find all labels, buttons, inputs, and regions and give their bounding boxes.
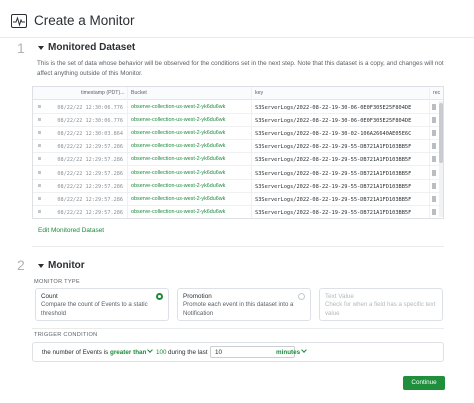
cell-key: S3ServerLogs/2022-08-22-19-30-02-106A266… bbox=[255, 131, 412, 138]
column-header-bucket[interactable]: Bucket bbox=[131, 90, 147, 96]
page-title: Create a Monitor bbox=[34, 13, 135, 28]
cell-bucket[interactable]: observe-collection-us-west-2-yk6du6wk bbox=[131, 196, 225, 202]
operator-select[interactable]: greater than bbox=[110, 347, 154, 356]
cell-timestamp: 08/22/22 12:30:06.776 bbox=[57, 105, 123, 111]
cell-bucket[interactable]: observe-collection-us-west-2-yk6du6wk bbox=[131, 183, 225, 189]
cell-timestamp: 08/22/22 12:29:57.286 bbox=[57, 196, 123, 203]
cell-rec bbox=[432, 169, 436, 176]
row-marker-icon bbox=[38, 183, 41, 187]
section-divider bbox=[32, 246, 444, 247]
table-row[interactable]: 08/22/22 12:30:06.776 observe-collection-… bbox=[33, 114, 443, 128]
step-number-2: 2 bbox=[17, 257, 25, 273]
cell-rec bbox=[432, 208, 436, 215]
cell-key: S3ServerLogs/2022-08-22-19-30-06-0E0F305… bbox=[255, 105, 412, 111]
cell-timestamp: 08/22/22 12:29:57.286 bbox=[57, 170, 123, 177]
cell-rec bbox=[432, 143, 436, 150]
card-title: Text Value bbox=[325, 293, 354, 300]
column-header-key[interactable]: key bbox=[255, 90, 263, 96]
cell-bucket[interactable]: observe-collection-us-west-2-yk6du6wk bbox=[131, 104, 225, 110]
cell-timestamp: 08/22/22 12:30:03.864 bbox=[57, 131, 123, 138]
cell-rec bbox=[432, 195, 436, 202]
monitor-type-text-value: Text Value Check for when a field has a … bbox=[319, 288, 443, 321]
table-row[interactable]: 08/22/22 12:30:06.776 observe-collection-… bbox=[33, 101, 443, 114]
table-row[interactable]: 08/22/22 12:29:57.286 observe-collection-… bbox=[33, 206, 443, 218]
cell-key: S3ServerLogs/2022-08-22-19-29-55-DB721A1… bbox=[255, 157, 412, 164]
row-marker-icon bbox=[38, 118, 41, 122]
section-title-monitor[interactable]: Monitor bbox=[48, 260, 85, 271]
cell-bucket[interactable]: observe-collection-us-west-2-yk6du6wk bbox=[131, 156, 225, 162]
table-row[interactable]: 08/22/22 12:29:57.286 observe-collection-… bbox=[33, 167, 443, 180]
collapse-caret-icon[interactable] bbox=[38, 264, 44, 268]
card-description: Check for when a field has a specific te… bbox=[325, 301, 436, 317]
table-header: timestamp (PDT)... Bucket key rec bbox=[33, 87, 443, 100]
collapse-caret-icon[interactable] bbox=[38, 46, 44, 50]
scrollbar-thumb[interactable] bbox=[439, 103, 443, 163]
row-marker-icon bbox=[38, 131, 41, 135]
cell-rec bbox=[432, 117, 436, 124]
card-title: Promotion bbox=[183, 293, 212, 300]
cell-key: S3ServerLogs/2022-08-22-19-30-06-0E0F305… bbox=[255, 118, 412, 125]
edit-dataset-link[interactable]: Edit Monitored Dataset bbox=[38, 227, 104, 234]
monitor-type-count[interactable]: Count Compare the count of Events to a s… bbox=[35, 288, 169, 321]
monitor-type-promotion[interactable]: Promotion Promote each event in this dat… bbox=[177, 288, 311, 321]
chevron-down-icon bbox=[147, 347, 154, 353]
cell-key: S3ServerLogs/2022-08-22-19-29-55-DB721A1… bbox=[255, 196, 412, 203]
chevron-down-icon bbox=[301, 347, 307, 353]
monitor-type-label: MONITOR TYPE bbox=[34, 279, 80, 285]
cell-rec bbox=[432, 130, 436, 137]
row-marker-icon bbox=[38, 209, 41, 213]
cell-rec bbox=[432, 104, 436, 110]
section-divider bbox=[32, 328, 444, 329]
card-description: Promote each event in this dataset into … bbox=[183, 301, 294, 317]
cell-bucket[interactable]: observe-collection-us-west-2-yk6du6wk bbox=[131, 209, 225, 215]
table-row[interactable]: 08/22/22 12:29:57.286 observe-collection-… bbox=[33, 180, 443, 193]
cell-timestamp: 08/22/22 12:29:57.286 bbox=[57, 209, 123, 216]
column-header-timestamp[interactable]: timestamp (PDT)... bbox=[81, 90, 125, 96]
threshold-value[interactable]: 100 bbox=[156, 349, 167, 356]
unit-select[interactable]: minutes bbox=[276, 347, 307, 356]
table-row[interactable]: 08/22/22 12:30:03.864 observe-collection-… bbox=[33, 127, 443, 141]
cell-bucket[interactable]: observe-collection-us-west-2-yk6du6wk bbox=[131, 170, 225, 176]
trigger-condition-label: TRIGGER CONDITION bbox=[34, 332, 98, 338]
table-scrollbar[interactable] bbox=[439, 101, 443, 217]
cell-rec bbox=[432, 182, 436, 189]
row-marker-icon bbox=[38, 144, 41, 148]
dataset-description: This is the set of data whose behavior w… bbox=[37, 60, 444, 77]
step-number-1: 1 bbox=[17, 40, 25, 56]
column-header-rec[interactable]: rec bbox=[433, 90, 440, 96]
radio-selected[interactable] bbox=[156, 293, 163, 300]
row-marker-icon bbox=[38, 105, 41, 108]
card-description: Compare the count of Events to a static … bbox=[41, 301, 148, 317]
cell-bucket[interactable]: observe-collection-us-west-2-yk6du6wk bbox=[131, 130, 225, 136]
cell-timestamp: 08/22/22 12:29:57.286 bbox=[57, 144, 123, 151]
cell-rec bbox=[432, 156, 436, 163]
trigger-during: during the last bbox=[168, 349, 208, 356]
row-marker-icon bbox=[38, 170, 41, 174]
table-row[interactable]: 08/22/22 12:29:57.286 observe-collection-… bbox=[33, 153, 443, 167]
radio-unselected[interactable] bbox=[298, 293, 305, 300]
unit-label: minutes bbox=[276, 349, 301, 356]
cell-timestamp: 08/22/22 12:30:06.776 bbox=[57, 118, 123, 125]
section-title-dataset[interactable]: Monitored Dataset bbox=[48, 42, 135, 53]
page-header: Create a Monitor bbox=[0, 0, 474, 38]
cell-key: S3ServerLogs/2022-08-22-19-29-55-DB721A1… bbox=[255, 144, 412, 151]
cell-timestamp: 08/22/22 12:29:57.286 bbox=[57, 183, 123, 190]
cell-timestamp: 08/22/22 12:29:57.286 bbox=[57, 157, 123, 164]
trigger-prefix: the number of Events is bbox=[42, 349, 109, 356]
cell-bucket[interactable]: observe-collection-us-west-2-yk6du6wk bbox=[131, 143, 225, 149]
trigger-condition-row: the number of Events is greater than 100… bbox=[32, 342, 444, 362]
cell-key: S3ServerLogs/2022-08-22-19-29-55-DB721A1… bbox=[255, 170, 412, 177]
row-marker-icon bbox=[38, 157, 41, 161]
table-row[interactable]: 08/22/22 12:29:57.286 observe-collection-… bbox=[33, 193, 443, 206]
cell-bucket[interactable]: observe-collection-us-west-2-yk6du6wk bbox=[131, 117, 225, 123]
continue-button[interactable]: Continue bbox=[403, 376, 445, 390]
table-row[interactable]: 08/22/22 12:29:57.286 observe-collection-… bbox=[33, 140, 443, 154]
cell-key: S3ServerLogs/2022-08-22-19-29-55-DB721A1… bbox=[255, 209, 412, 216]
operator-label: greater than bbox=[110, 349, 147, 356]
card-title: Count bbox=[41, 293, 58, 300]
cell-key: S3ServerLogs/2022-08-22-19-29-55-DB721A1… bbox=[255, 183, 412, 190]
row-marker-icon bbox=[38, 196, 41, 200]
monitor-pulse-icon bbox=[11, 14, 27, 28]
dataset-table: timestamp (PDT)... Bucket key rec 08/22/… bbox=[32, 86, 444, 219]
